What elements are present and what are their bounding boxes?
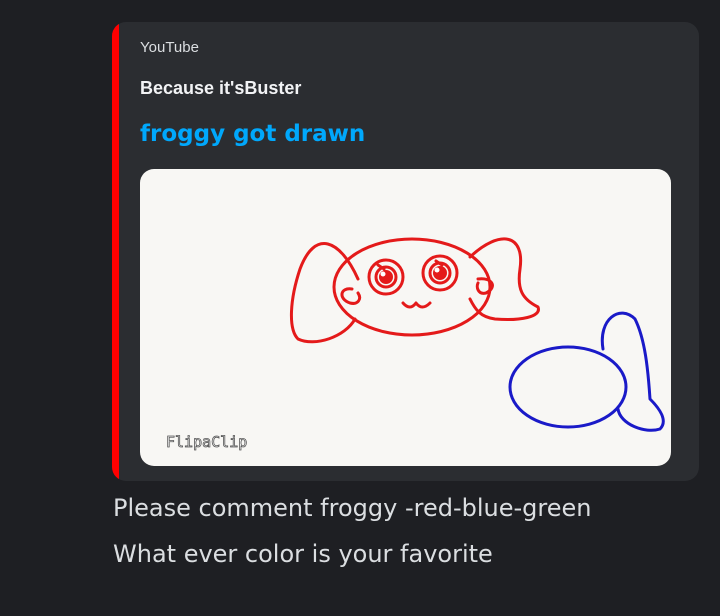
blue-froggy-sketch bbox=[508, 311, 665, 432]
red-froggy-sketch bbox=[289, 237, 540, 344]
froggy-drawing: FlipaClip bbox=[166, 237, 665, 451]
embed-video-title[interactable]: froggy got drawn bbox=[140, 121, 365, 147]
message-line-1: Please comment froggy -red-blue-green bbox=[113, 494, 592, 522]
flipaclip-watermark: FlipaClip bbox=[166, 433, 247, 451]
embed-provider-name[interactable]: YouTube bbox=[140, 39, 199, 56]
youtube-embed-card: YouTube Because it'sBuster froggy got dr… bbox=[112, 22, 699, 481]
video-thumbnail[interactable]: FlipaClip bbox=[140, 169, 671, 466]
message-line-2: What ever color is your favorite bbox=[113, 540, 493, 568]
embed-accent-bar bbox=[112, 22, 119, 481]
embed-author-name[interactable]: Because it'sBuster bbox=[140, 78, 301, 99]
